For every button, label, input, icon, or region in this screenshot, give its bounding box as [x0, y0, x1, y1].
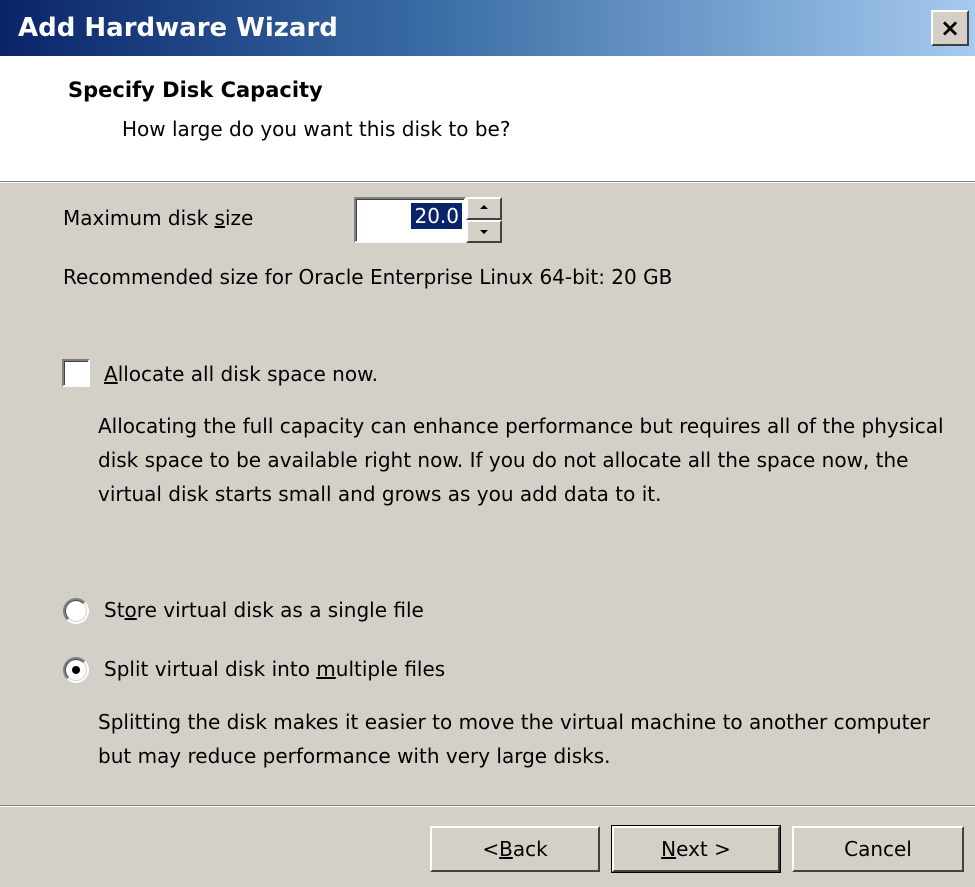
single-file-label-post: re virtual disk as a single file — [136, 598, 424, 622]
max-disk-size-label: Maximum disk size — [63, 206, 253, 230]
max-disk-size-label-accel: s — [214, 206, 225, 230]
radio-single-file-inner — [65, 600, 87, 622]
header-divider-highlight — [0, 182, 975, 183]
allocate-label-text: llocate all disk space now. — [117, 362, 378, 386]
next-button-accel: N — [661, 837, 677, 861]
page-title: Specify Disk Capacity — [68, 78, 323, 102]
next-button[interactable]: Next > — [611, 825, 781, 873]
allocate-description: Allocating the full capacity can enhance… — [98, 414, 944, 506]
spin-down-button[interactable] — [466, 220, 502, 243]
radio-single-file[interactable] — [63, 598, 89, 624]
arrow-down-icon — [480, 230, 488, 234]
back-button-label: ack — [512, 837, 548, 861]
disk-size-value: 20.0 — [411, 203, 462, 229]
recommended-size-text: Recommended size for Oracle Enterprise L… — [63, 265, 673, 289]
disk-size-spinner — [466, 197, 502, 243]
multiple-files-label[interactable]: Split virtual disk into multiple files — [104, 657, 445, 681]
single-file-label-pre: St — [104, 598, 125, 622]
back-button[interactable]: < Back — [430, 826, 600, 872]
next-button-label: ext > — [676, 837, 731, 861]
arrow-up-icon — [480, 205, 488, 209]
close-icon: × — [939, 14, 961, 42]
footer-divider-highlight — [0, 806, 975, 807]
cancel-button-label: Cancel — [844, 837, 912, 861]
allocate-label[interactable]: Allocate all disk space now. — [104, 362, 378, 386]
close-button[interactable]: × — [931, 10, 969, 46]
split-description: Splitting the disk makes it easier to mo… — [98, 710, 931, 768]
cancel-button[interactable]: Cancel — [792, 826, 964, 872]
window-title: Add Hardware Wizard — [18, 13, 338, 43]
multiple-files-label-pre: Split virtual disk into — [104, 657, 317, 681]
allocate-label-accel: A — [104, 362, 118, 386]
multiple-files-label-accel: m — [316, 657, 336, 681]
page-subtitle: How large do you want this disk to be? — [122, 117, 511, 141]
max-disk-size-label-text: Maximum disk — [63, 206, 215, 230]
spin-up-button[interactable] — [466, 197, 502, 220]
disk-size-input[interactable]: 20.0 — [354, 197, 466, 243]
single-file-label[interactable]: Store virtual disk as a single file — [104, 598, 424, 622]
back-button-pre: < — [482, 837, 500, 861]
allocate-checkbox[interactable] — [62, 359, 90, 387]
allocate-checkbox-inner — [64, 361, 88, 385]
max-disk-size-label-rest: ize — [224, 206, 254, 230]
single-file-label-accel: o — [124, 598, 137, 622]
title-bar[interactable]: Add Hardware Wizard × — [0, 0, 975, 56]
radio-selected-dot — [72, 666, 80, 674]
multiple-files-label-post: ultiple files — [335, 657, 446, 681]
add-hardware-wizard-dialog: Add Hardware Wizard × Specify Disk Capac… — [0, 0, 975, 887]
radio-multiple-files[interactable] — [63, 657, 89, 683]
back-button-accel: B — [499, 837, 513, 861]
